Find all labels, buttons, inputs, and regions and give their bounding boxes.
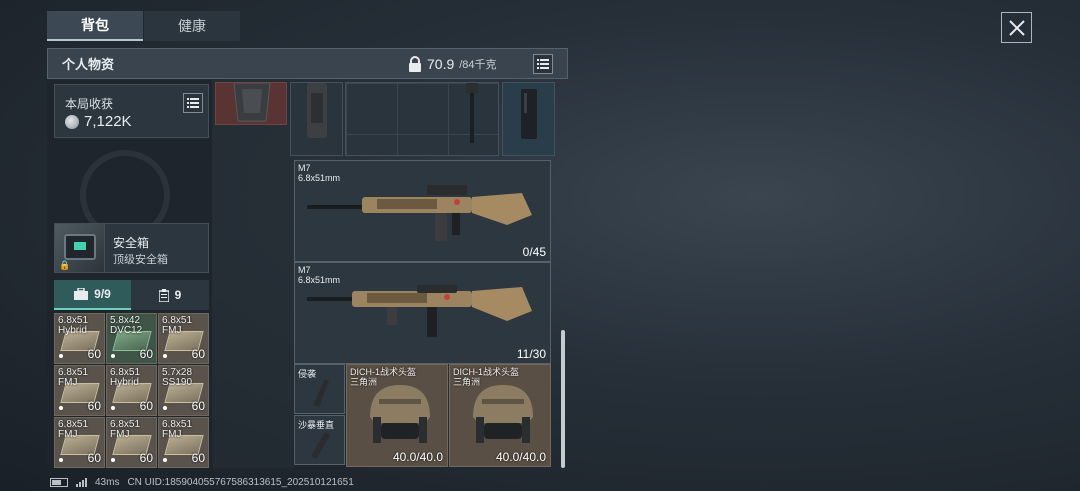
helmet-item[interactable]: DICH-1战术头盔 三角洲 40.0/40.0 — [346, 364, 448, 467]
subtab-misc[interactable]: 9 — [131, 280, 209, 310]
storage-grid[interactable] — [345, 82, 499, 156]
ammo-item[interactable]: 6.8x51 FMJ 60 — [158, 417, 209, 468]
ammo-name: 6.8x51 Hybrid — [110, 367, 141, 388]
attachment-name: 侵袭 — [298, 369, 317, 379]
clipboard-icon — [158, 288, 169, 302]
ammo-count: 60 — [87, 451, 101, 465]
weapon-ammo-count: 11/30 — [516, 347, 546, 361]
battery-icon — [50, 478, 68, 487]
coin-icon — [65, 114, 79, 129]
ammo-name: 6.8x51 FMJ — [58, 367, 89, 388]
close-button[interactable] — [1001, 12, 1032, 43]
ammo-item[interactable]: 5.7x28 SS190 60 — [158, 365, 209, 416]
ammo-grid: 6.8x51 Hybrid 60 5.8x42 DVC12 60 6.8x51 FM… — [54, 313, 209, 468]
safe-box[interactable]: 🔒 安全箱 顶级安全箱 — [54, 223, 209, 273]
weight-lock-icon — [409, 55, 421, 72]
radio-icon — [521, 89, 537, 139]
safe-box-title: 安全箱 — [113, 236, 150, 250]
radio-slot[interactable] — [502, 82, 555, 156]
briefcase-icon — [74, 288, 89, 300]
subtab-misc-label: 9 — [174, 288, 182, 302]
ammo-item[interactable]: 6.8x51 FMJ 60 — [158, 313, 209, 364]
session-loot-box[interactable]: 本局收获 7,122K — [54, 84, 209, 138]
personal-items-header: 个人物资 70.9 /84千克 — [47, 48, 568, 79]
rifle-icon — [307, 185, 532, 241]
weapon-name: M7 — [298, 265, 311, 275]
ammo-item[interactable]: 6.8x51 FMJ 60 — [54, 365, 105, 416]
loot-value: 7,122K — [84, 113, 132, 130]
list-icon — [187, 98, 199, 108]
weapon-name: M7 — [298, 163, 311, 173]
weapon-ammo-count: 0/45 — [522, 245, 546, 259]
equipment-column — [213, 80, 293, 468]
ammo-count: 60 — [87, 399, 101, 413]
ammo-item[interactable]: 6.8x51 Hybrid 60 — [54, 313, 105, 364]
ping-value: 43ms — [95, 477, 120, 488]
subtab-ammo[interactable]: 9/9 — [54, 280, 131, 310]
user-uid: CN UID:185904055767586313615_20251012165… — [127, 477, 354, 488]
helmet-item[interactable]: DICH-1战术头盔 三角洲 40.0/40.0 — [449, 364, 551, 467]
ammo-item[interactable]: 5.8x42 DVC12 60 — [106, 313, 157, 364]
ammo-count: 60 — [191, 451, 205, 465]
loot-label: 本局收获 — [65, 97, 114, 111]
pouch-icon — [307, 83, 327, 138]
ammo-item[interactable]: 6.8x51 FMJ 60 — [54, 417, 105, 468]
lock-icon: 🔒 — [59, 260, 71, 270]
ammo-item[interactable]: 6.8x51 FMJ 60 — [106, 417, 157, 468]
status-bar: 43ms CN UID:185904055767586313615_202510… — [50, 477, 354, 488]
weight-indicator: 70.9 /84千克 — [408, 56, 497, 72]
armor-vest-icon — [233, 82, 271, 122]
helmet-icon — [473, 385, 533, 443]
subtab-ammo-label: 9/9 — [94, 287, 111, 301]
inventory-scrollbar[interactable] — [561, 330, 565, 468]
tab-health[interactable]: 健康 — [144, 11, 240, 41]
ammo-name: 6.8x51 FMJ — [162, 419, 193, 440]
ammo-count: 60 — [139, 399, 153, 413]
armor-slot[interactable] — [215, 82, 287, 125]
signal-icon — [76, 478, 87, 487]
ammo-count: 60 — [139, 347, 153, 361]
tab-backpack[interactable]: 背包 — [47, 11, 143, 41]
gear-slot[interactable] — [290, 82, 343, 156]
helmet-icon — [370, 385, 430, 443]
ammo-name: 5.7x28 SS190 — [162, 367, 193, 388]
rifle-icon — [307, 285, 532, 337]
list-icon — [537, 58, 549, 69]
helmet-durability: 40.0/40.0 — [495, 450, 546, 464]
list-view-button[interactable] — [533, 53, 553, 74]
ammo-item[interactable]: 6.8x51 Hybrid 60 — [106, 365, 157, 416]
weight-max: /84千克 — [459, 58, 497, 71]
ammo-count: 60 — [87, 347, 101, 361]
close-icon — [1008, 19, 1025, 36]
helmet-name: DICH-1战术头盔 — [350, 367, 417, 377]
attachment-name: 沙暴垂直 — [298, 420, 335, 430]
ammo-name: 6.8x51 Hybrid — [58, 315, 89, 336]
ammo-count: 60 — [191, 399, 205, 413]
weight-current: 70.9 — [427, 55, 455, 72]
attachment-slot[interactable]: 侵袭 — [294, 364, 345, 414]
loot-list-button[interactable] — [183, 93, 203, 113]
ammo-name: 5.8x42 DVC12 — [110, 315, 143, 336]
weapon-slot[interactable]: M7 6.8x51mm 0/45 — [294, 160, 551, 262]
ammo-count: 60 — [139, 451, 153, 465]
ammo-count: 60 — [191, 347, 205, 361]
safe-box-icon: 🔒 — [55, 224, 105, 272]
ammo-name: 6.8x51 FMJ — [110, 419, 141, 440]
ammo-name: 6.8x51 FMJ — [58, 419, 89, 440]
attachment-slot[interactable]: 沙暴垂直 — [294, 415, 345, 465]
helmet-name: DICH-1战术头盔 — [453, 367, 520, 377]
ammo-name: 6.8x51 FMJ — [162, 315, 193, 336]
safe-box-subtitle: 顶级安全箱 — [113, 254, 168, 266]
page-title: 个人物资 — [62, 57, 115, 72]
helmet-durability: 40.0/40.0 — [392, 450, 443, 464]
antenna-icon — [466, 83, 478, 143]
weapon-slot[interactable]: M7 6.8x51mm 11/30 — [294, 262, 551, 364]
